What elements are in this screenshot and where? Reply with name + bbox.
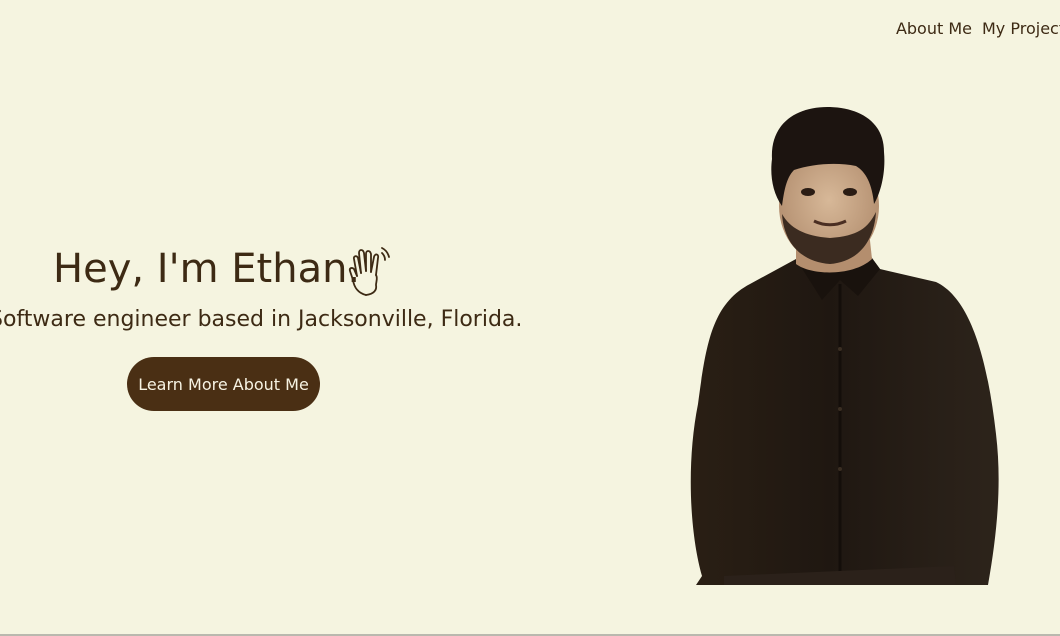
nav-about-me-link[interactable]: About Me <box>872 19 972 38</box>
waving-hand-icon <box>348 247 390 296</box>
profile-photo <box>690 106 999 585</box>
nav-my-projects-link[interactable]: My Projects <box>982 19 1060 38</box>
hero-subtitle: Software engineer based in Jacksonville,… <box>0 307 523 332</box>
hero-title: Hey, I'm Ethan. <box>53 246 361 292</box>
learn-more-button[interactable]: Learn More About Me <box>127 357 320 411</box>
